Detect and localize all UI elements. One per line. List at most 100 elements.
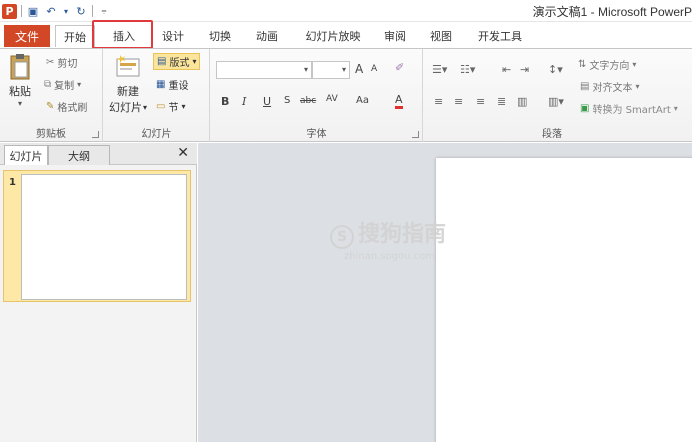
insert-tab-highlight (92, 20, 153, 49)
paste-label: 粘贴 (9, 85, 31, 98)
slide-thumbnail[interactable] (21, 174, 187, 300)
line-spacing-icon[interactable]: ↕▾ (548, 63, 563, 76)
clipboard-group-label: 剪贴板 (36, 129, 66, 140)
layout-button[interactable]: ▤ 版式 ▾ (153, 53, 201, 70)
close-icon[interactable]: ✕ (177, 145, 189, 161)
cut-label: 剪切 (57, 59, 78, 70)
undo-dropdown-icon[interactable]: ▾ (62, 4, 70, 18)
slide-canvas[interactable] (436, 158, 692, 442)
watermark-logo: S (330, 225, 354, 249)
title-bar: P ▣ ↶ ▾ ↻ ⩦ 演示文稿1 - Microsoft PowerP (0, 0, 692, 22)
layout-icon: ▤ (157, 56, 167, 67)
copy-icon: ⧉ (44, 79, 52, 90)
bold-button[interactable]: B (221, 95, 229, 108)
new-slide-button[interactable]: 新建 幻灯片 ▾ (108, 53, 148, 115)
tab-outline[interactable]: 大纲 (48, 145, 110, 165)
pane-tab-bar: 幻灯片 大纲 ✕ (0, 143, 197, 165)
undo-icon[interactable]: ↶ (44, 4, 58, 18)
bullets-icon[interactable]: ☰▾ (432, 63, 447, 76)
shrink-font-button[interactable]: A (371, 64, 377, 74)
ribbon: 粘贴 ▾ ✂ 剪切 ⧉ 复制 ▾ ✎ 格式刷 剪贴板 新建 幻灯片 ▾ ▤ 版式… (0, 48, 692, 142)
copy-dropdown-icon[interactable]: ▾ (77, 80, 81, 89)
customize-qat-icon[interactable]: ⩦ (97, 4, 111, 18)
copy-label: 复制 (54, 81, 75, 92)
paste-button[interactable]: 粘贴 ▾ (6, 53, 34, 108)
watermark-url: zhinan.sogou.com (344, 251, 436, 262)
text-direction-button[interactable]: ⇅ 文字方向 ▾ (578, 57, 636, 72)
underline-button[interactable]: U (263, 95, 271, 108)
format-painter-button[interactable]: ✎ 格式刷 (46, 99, 87, 114)
font-size-combo[interactable]: ▾ (312, 61, 350, 79)
change-case-button[interactable]: Aa (356, 95, 369, 106)
slide-thumbnail-item[interactable]: 1 (3, 170, 191, 302)
distributed-icon[interactable]: ▥ (517, 95, 527, 108)
scissors-icon: ✂ (46, 57, 55, 68)
slide-editor-area (198, 143, 692, 442)
align-text-icon: ▤ (580, 81, 590, 92)
reset-button[interactable]: ▦ 重设 (156, 77, 188, 92)
tab-file[interactable]: 文件 (4, 25, 50, 47)
slide-number: 1 (9, 177, 16, 188)
cut-button[interactable]: ✂ 剪切 (46, 55, 77, 70)
reset-label: 重设 (168, 81, 189, 92)
font-dialog-launcher[interactable] (412, 131, 419, 138)
new-slide-dropdown-icon[interactable]: ▾ (143, 103, 147, 112)
tab-slideshow[interactable]: 幻灯片放映 (300, 25, 366, 47)
watermark-title: S 搜狗指南 (330, 216, 446, 249)
decrease-indent-icon[interactable]: ⇤ (502, 63, 511, 76)
layout-dropdown-icon: ▾ (192, 57, 197, 66)
tab-animations[interactable]: 动画 (250, 25, 284, 47)
paragraph-group-label: 段落 (542, 129, 562, 140)
tab-view[interactable]: 视图 (424, 25, 458, 47)
tab-review[interactable]: 审阅 (378, 25, 412, 47)
reset-icon: ▦ (156, 79, 166, 90)
smartart-icon: ▣ (580, 103, 590, 114)
numbering-icon[interactable]: ☷▾ (460, 63, 475, 76)
paragraph-group: ☰▾ ☷▾ ⇤ ⇥ ↕▾ ≡ ≡ ≡ ≣ ▥ ▥▾ ⇅ 文字方向 ▾ ▤ 对齐文… (424, 49, 692, 142)
font-name-dropdown-icon[interactable]: ▾ (304, 65, 308, 74)
clipboard-dialog-launcher[interactable] (92, 131, 99, 138)
tab-slides[interactable]: 幻灯片 (4, 145, 48, 165)
new-slide-label-2: 幻灯片 ▾ (109, 99, 147, 115)
window-title: 演示文稿1 - Microsoft PowerP (532, 5, 692, 19)
align-right-icon[interactable]: ≡ (476, 95, 485, 108)
tab-transitions[interactable]: 切换 (203, 25, 237, 47)
text-direction-dropdown-icon: ▾ (632, 60, 637, 69)
align-left-icon[interactable]: ≡ (434, 95, 443, 108)
redo-icon[interactable]: ↻ (74, 4, 88, 18)
italic-button[interactable]: I (242, 95, 246, 108)
powerpoint-app-icon[interactable]: P (2, 3, 17, 19)
convert-smartart-dropdown-icon: ▾ (673, 104, 678, 113)
font-group-label: 字体 (306, 129, 327, 140)
increase-indent-icon[interactable]: ⇥ (520, 63, 529, 76)
slides-pane: 幻灯片 大纲 ✕ 1 (0, 143, 197, 442)
clear-formatting-icon[interactable]: ✐ (395, 61, 404, 74)
justify-icon[interactable]: ≣ (497, 95, 506, 108)
font-group: ▾ ▾ A A ✐ B I U S abc AV Aa A 字体 (211, 49, 423, 142)
watermark-text: 搜狗指南 (358, 222, 447, 247)
font-name-combo[interactable]: ▾ (216, 61, 312, 79)
shadow-button[interactable]: S (284, 95, 290, 106)
tab-home[interactable]: 开始 (55, 25, 95, 47)
new-slide-icon (116, 55, 140, 77)
save-icon[interactable]: ▣ (26, 4, 40, 18)
grow-font-button[interactable]: A (355, 62, 363, 76)
strikethrough-button[interactable]: abc (300, 96, 316, 106)
tab-design[interactable]: 设计 (156, 25, 190, 47)
align-center-icon[interactable]: ≡ (454, 95, 463, 108)
columns-icon[interactable]: ▥▾ (548, 95, 564, 108)
paste-icon (10, 54, 30, 80)
format-painter-label: 格式刷 (57, 103, 88, 114)
font-color-button[interactable]: A (395, 94, 403, 109)
convert-smartart-button[interactable]: ▣ 转换为 SmartArt ▾ (580, 101, 678, 116)
section-label: 节 (168, 103, 179, 114)
character-spacing-button[interactable]: AV (326, 94, 338, 104)
paste-dropdown-icon[interactable]: ▾ (18, 99, 22, 108)
font-size-dropdown-icon[interactable]: ▾ (342, 65, 346, 74)
tab-developer[interactable]: 开发工具 (472, 25, 528, 47)
quick-access-toolbar: P ▣ ↶ ▾ ↻ ⩦ (2, 2, 111, 20)
section-button[interactable]: ▭ 节 ▾ (156, 99, 185, 114)
copy-button[interactable]: ⧉ 复制 ▾ (44, 77, 81, 92)
brush-icon: ✎ (46, 101, 55, 112)
align-text-button[interactable]: ▤ 对齐文本 ▾ (580, 79, 639, 94)
